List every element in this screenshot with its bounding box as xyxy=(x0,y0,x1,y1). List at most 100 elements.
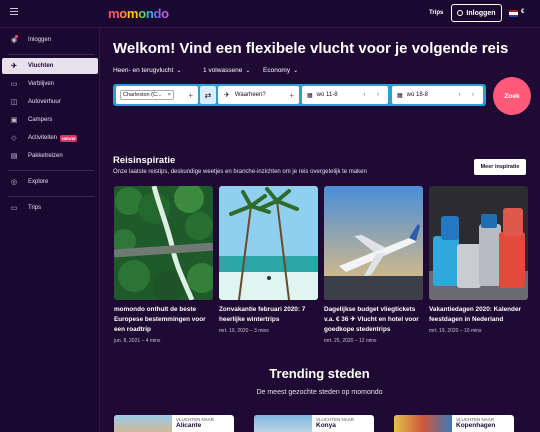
city-card-kopenhagen[interactable]: VLUCHTEN NAAR Kopenhagen xyxy=(394,415,514,432)
dutch-flag-icon[interactable] xyxy=(509,10,518,17)
sidebar-item-trips[interactable]: ▭ Trips xyxy=(2,200,98,216)
sidebar-item-label: Verblijven xyxy=(28,81,55,87)
sidebar-item-flights[interactable]: ✈ Vluchten xyxy=(2,58,98,74)
car-icon: ◫ xyxy=(10,99,18,106)
sidebar-item-cars[interactable]: ◫ Autoverhuur xyxy=(2,94,98,110)
article-meta: mrt. 19, 2020 – 3 mins xyxy=(219,328,269,334)
article-card[interactable]: momondo onthult de beste Europese bestem… xyxy=(114,186,213,344)
article-meta: jun. 8, 2021 – 4 mins xyxy=(114,338,161,344)
trips-link[interactable]: Trips xyxy=(429,10,443,16)
city-name: Kopenhagen xyxy=(456,422,496,429)
sidebar-item-login[interactable]: ◉ Inloggen xyxy=(2,32,98,48)
article-image xyxy=(114,186,213,300)
city-image xyxy=(114,415,172,432)
cabin-select[interactable]: Economy ⌄ xyxy=(263,67,298,74)
new-badge: NIEUW xyxy=(60,134,78,142)
city-image xyxy=(254,415,312,432)
return-date-field[interactable]: ▦ wo 18-8 ‹ › xyxy=(392,86,483,104)
trending-title: Trending steden xyxy=(269,366,370,381)
suitcase-icon: ▤ xyxy=(10,153,18,160)
logo-letter: m xyxy=(126,6,139,21)
return-date-value: wo 18-8 xyxy=(406,92,429,98)
destination-field[interactable]: ✈ Waarheen? + xyxy=(218,86,299,104)
article-card[interactable]: Dagelijkse budget vliegtickets v.a. € 36… xyxy=(324,186,423,344)
search-form: Charleston (C... × + ⇄ ✈ Waarheen? + ▦ wo… xyxy=(113,84,486,106)
passengers-label: 1 volwassene xyxy=(203,67,243,74)
article-title[interactable]: Vakantiedagen 2020: Kalender feestdagen … xyxy=(429,305,528,325)
currency-selector[interactable]: € xyxy=(521,9,524,15)
destination-placeholder: Waarheen? xyxy=(234,92,266,98)
close-icon[interactable]: × xyxy=(168,92,171,98)
cabin-label: Economy xyxy=(263,67,291,74)
momondo-logo[interactable]: momondo xyxy=(108,6,169,21)
article-card[interactable]: Zonvakantie februari 2020: 7 heerlijke w… xyxy=(219,186,318,334)
section-title: Reisinspiratie xyxy=(113,155,176,166)
logo-letter: o xyxy=(138,6,146,21)
sidebar-item-label: Activiteiten xyxy=(28,135,58,141)
sidebar-item-label: Vluchten xyxy=(28,63,54,69)
plus-icon[interactable]: + xyxy=(289,91,294,100)
menu-icon[interactable] xyxy=(10,8,18,15)
sidebar-item-explore[interactable]: ◎ Explore xyxy=(2,174,98,190)
depart-date-field[interactable]: ▦ wo 11-8 ‹ › xyxy=(302,86,388,104)
article-title[interactable]: momondo onthult de beste Europese bestem… xyxy=(114,305,213,335)
top-bar: momondo Trips Inloggen € xyxy=(0,0,540,28)
sidebar-item-stays[interactable]: ▭ Verblijven xyxy=(2,76,98,92)
login-label: Inloggen xyxy=(466,9,496,17)
chevron-down-icon: ⌄ xyxy=(293,68,299,74)
logo-letter: o xyxy=(119,6,127,21)
calendar-icon: ▦ xyxy=(397,92,403,99)
sidebar-item-label: Autoverhuur xyxy=(28,99,61,105)
sidebar-item-label: Explore xyxy=(28,179,49,185)
depart-date-value: wo 11-8 xyxy=(316,92,338,98)
ticket-icon: ◇ xyxy=(11,135,17,142)
camper-icon: ▣ xyxy=(10,117,18,124)
trip-type-select[interactable]: Heen- en terugvlucht ⌄ xyxy=(113,67,181,74)
swap-button[interactable]: ⇄ xyxy=(200,86,216,104)
passengers-select[interactable]: 1 volwassene ⌄ xyxy=(203,67,250,74)
date-nav-arrows[interactable]: ‹ › xyxy=(458,92,479,98)
sidebar-item-label: Trips xyxy=(28,205,42,211)
sidebar-item-label: Inloggen xyxy=(28,37,52,43)
page-title: Welkom! Vind een flexibele vlucht voor j… xyxy=(113,40,509,57)
city-name: Konya xyxy=(316,422,336,429)
city-card-konya[interactable]: VLUCHTEN NAAR Konya xyxy=(254,415,374,432)
date-nav-arrows[interactable]: ‹ › xyxy=(363,92,384,98)
city-name: Alicante xyxy=(176,422,202,429)
logo-letter: n xyxy=(145,6,154,21)
trips-icon: ▭ xyxy=(10,205,18,212)
article-image xyxy=(429,186,528,300)
article-image xyxy=(324,186,423,300)
article-image xyxy=(219,186,318,300)
trip-type-label: Heen- en terugvlucht xyxy=(113,67,174,74)
user-icon xyxy=(457,10,464,16)
section-subtitle: Onze laatste reistips, deskundige weetje… xyxy=(113,169,367,175)
article-card[interactable]: Vakantiedagen 2020: Kalender feestdagen … xyxy=(429,186,528,334)
logo-letter: o xyxy=(161,6,169,21)
logo-letter: d xyxy=(153,6,162,21)
sidebar-item-activities[interactable]: ◇ Activiteiten NIEUW xyxy=(2,130,98,146)
login-button[interactable]: Inloggen xyxy=(451,4,502,22)
plane-icon: ✈ xyxy=(11,63,17,70)
search-button[interactable]: Zoek xyxy=(493,77,531,115)
chevron-down-icon: ⌄ xyxy=(176,68,182,74)
user-icon: ◉ xyxy=(10,35,18,44)
trending-subtitle: De meest gezochte steden op momondo xyxy=(256,389,383,396)
chevron-down-icon: ⌄ xyxy=(245,68,251,74)
sidebar-item-packages[interactable]: ▤ Pakketreizen xyxy=(2,148,98,164)
plus-icon[interactable]: + xyxy=(188,91,193,100)
calendar-icon: ▦ xyxy=(307,92,313,99)
more-inspiration-button[interactable]: Meer inspiratie xyxy=(474,159,526,175)
origin-field[interactable]: Charleston (C... × + xyxy=(116,86,198,104)
logo-letter: m xyxy=(108,6,120,21)
city-image xyxy=(394,415,452,432)
article-title[interactable]: Zonvakantie februari 2020: 7 heerlijke w… xyxy=(219,305,318,325)
article-title[interactable]: Dagelijkse budget vliegtickets v.a. € 36… xyxy=(324,305,423,335)
sidebar-item-label: Campers xyxy=(28,117,53,123)
bed-icon: ▭ xyxy=(10,81,18,88)
sidebar-item-label: Pakketreizen xyxy=(28,153,63,159)
city-card-alicante[interactable]: VLUCHTEN NAAR Alicante xyxy=(114,415,234,432)
sidebar-item-campers[interactable]: ▣ Campers xyxy=(2,112,98,128)
origin-chip[interactable]: Charleston (C... × xyxy=(120,90,174,100)
origin-value: Charleston (C... xyxy=(123,92,162,98)
